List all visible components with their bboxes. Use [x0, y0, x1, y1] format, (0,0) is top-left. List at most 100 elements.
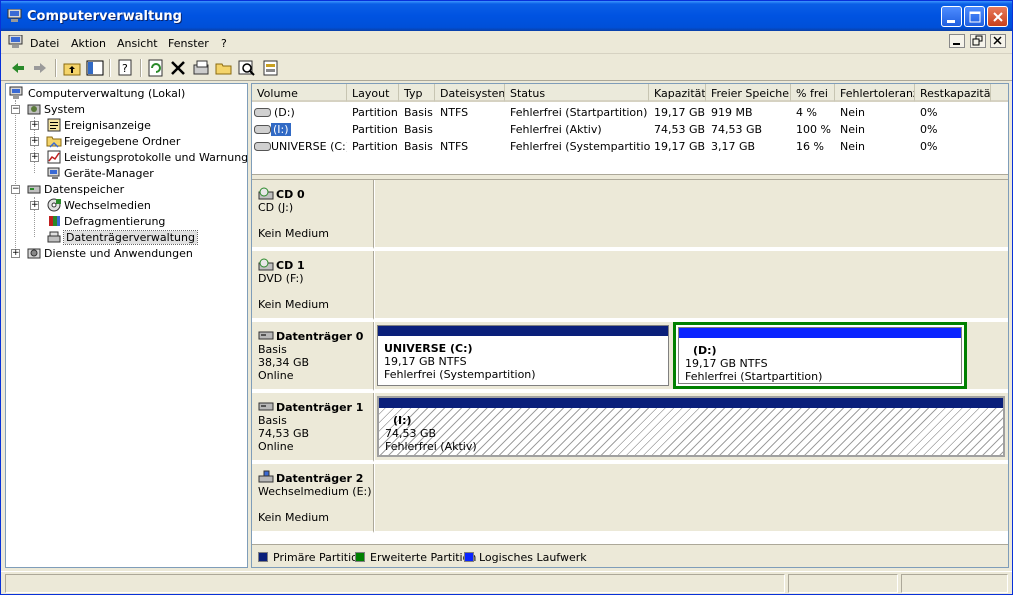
- column-header-volume[interactable]: Volume: [252, 84, 347, 102]
- dvd-drive-icon: [258, 258, 274, 271]
- console-tree[interactable]: Computerverwaltung (Lokal) − System + Er…: [5, 83, 248, 568]
- maximize-button[interactable]: [964, 6, 985, 27]
- column-header-capacity[interactable]: Kapazität: [649, 84, 706, 102]
- title-bar[interactable]: Computerverwaltung: [1, 1, 1012, 31]
- disk-line3: Online: [258, 369, 294, 382]
- minimize-icon: [947, 20, 955, 23]
- menu-help[interactable]: ?: [221, 37, 227, 50]
- column-header-layout[interactable]: Layout: [347, 84, 399, 102]
- cell-fault-tolerance: Nein: [840, 123, 866, 136]
- cell-filesystem: [440, 121, 506, 138]
- properties-icon[interactable]: ?: [116, 59, 134, 77]
- disk-graphical-view[interactable]: CD 0 CD (J:) Kein Medium CD 1 DVD (F:) K…: [252, 180, 1008, 544]
- legend-swatch: [355, 552, 365, 562]
- show-tree-icon[interactable]: [86, 59, 104, 77]
- tree-item-shared-folders[interactable]: Freigegebene Ordner: [46, 133, 246, 149]
- wizard-icon[interactable]: [262, 59, 280, 77]
- menu-fenster[interactable]: Fenster: [168, 37, 209, 50]
- mdi-minimize-button[interactable]: [949, 34, 965, 48]
- disk-row-disk1[interactable]: Datenträger 1 Basis 74,53 GB Online (I:)…: [252, 393, 1008, 464]
- delete-icon[interactable]: [169, 59, 187, 77]
- up-folder-icon[interactable]: [63, 59, 81, 77]
- tree-item-disk-management[interactable]: Datenträgerverwaltung: [46, 229, 246, 245]
- volume-list[interactable]: Volume Layout Typ Dateisystem Status Kap…: [252, 84, 1008, 174]
- disk-row-disk0[interactable]: Datenträger 0 Basis 38,34 GB Online UNIV…: [252, 322, 1008, 393]
- collapse-system-toggle[interactable]: −: [11, 105, 20, 114]
- cell-fault-tolerance: Nein: [840, 140, 866, 153]
- mdi-controls: [948, 34, 1006, 48]
- disk-properties-icon[interactable]: [192, 59, 210, 77]
- partition-d[interactable]: (D:) 19,17 GB NTFS Fehlerfrei (Startpart…: [678, 327, 962, 384]
- tree-item-services[interactable]: Dienste und Anwendungen: [26, 245, 246, 261]
- search-icon[interactable]: [238, 59, 256, 77]
- mdi-close-button[interactable]: [990, 34, 1006, 48]
- partition-text: UNIVERSE (C:) 19,17 GB NTFS Fehlerfrei (…: [384, 342, 536, 381]
- expand-services-toggle[interactable]: +: [11, 249, 20, 258]
- expand-shared-folders-toggle[interactable]: +: [30, 137, 39, 146]
- close-button[interactable]: [987, 6, 1008, 27]
- disk-label[interactable]: Datenträger 2 Wechselmedium (E:) Kein Me…: [252, 464, 374, 533]
- tree-item-device-manager[interactable]: Geräte-Manager: [46, 165, 246, 181]
- back-icon[interactable]: [9, 59, 27, 77]
- svg-text:?: ?: [122, 62, 128, 75]
- column-header-fault-tolerance[interactable]: Fehlertoleranz: [835, 84, 915, 102]
- column-header-percent-free[interactable]: % frei: [791, 84, 835, 102]
- tree-item-event-viewer[interactable]: Ereignisanzeige: [46, 117, 246, 133]
- cell-percent-free: 16 %: [796, 140, 824, 153]
- partition-i[interactable]: (I:) 74,53 GB Fehlerfrei (Aktiv): [377, 396, 1005, 457]
- cell-layout: Partition: [352, 140, 398, 153]
- disk-area-empty: [375, 464, 1008, 533]
- mmc-system-menu-icon[interactable]: [8, 35, 24, 49]
- disk-name: Datenträger 0: [276, 330, 364, 343]
- device-manager-icon: [47, 167, 60, 179]
- column-header-filesystem[interactable]: Dateisystem: [435, 84, 505, 102]
- legend-swatch: [258, 552, 268, 562]
- disk-line3: Kein Medium: [258, 227, 329, 240]
- disk-label[interactable]: Datenträger 0 Basis 38,34 GB Online: [252, 322, 374, 391]
- menu-datei[interactable]: Datei: [30, 37, 59, 50]
- disk-label[interactable]: CD 1 DVD (F:) Kein Medium: [252, 251, 374, 320]
- disk-row-disk2[interactable]: Datenträger 2 Wechselmedium (E:) Kein Me…: [252, 464, 1008, 535]
- disk-label[interactable]: CD 0 CD (J:) Kein Medium: [252, 180, 374, 249]
- column-header-type[interactable]: Typ: [399, 84, 435, 102]
- minimize-button[interactable]: [941, 6, 962, 27]
- tree-item-removable-storage[interactable]: Wechselmedien: [46, 197, 246, 213]
- close-icon: [993, 12, 1003, 22]
- disk-row-cd1[interactable]: CD 1 DVD (F:) Kein Medium: [252, 251, 1008, 322]
- refresh-icon[interactable]: [147, 59, 165, 77]
- column-header-overhead[interactable]: Restkapazität: [915, 84, 991, 102]
- tree-item-system[interactable]: System: [26, 101, 246, 117]
- disk-name: Datenträger 2: [276, 472, 364, 485]
- tree-item-root[interactable]: Computerverwaltung (Lokal): [8, 85, 247, 101]
- disk-area-empty: [375, 180, 1008, 249]
- tree-item-storage[interactable]: Datenspeicher: [26, 181, 246, 197]
- partition-name: UNIVERSE (C:): [384, 342, 473, 355]
- partition-c[interactable]: UNIVERSE (C:) 19,17 GB NTFS Fehlerfrei (…: [377, 325, 669, 386]
- system-tools-icon: [27, 104, 41, 115]
- extended-partition[interactable]: (D:) 19,17 GB NTFS Fehlerfrei (Startpart…: [673, 322, 967, 389]
- expand-performance-logs-toggle[interactable]: +: [30, 153, 39, 162]
- collapse-storage-toggle[interactable]: −: [11, 185, 20, 194]
- disk-label[interactable]: Datenträger 1 Basis 74,53 GB Online: [252, 393, 374, 462]
- legend-logical: Logisches Laufwerk: [464, 551, 587, 564]
- column-header-status[interactable]: Status: [505, 84, 649, 102]
- tree-item-defragmentation[interactable]: Defragmentierung: [46, 213, 246, 229]
- expand-removable-storage-toggle[interactable]: +: [30, 201, 39, 210]
- legend-label: Erweiterte Partition: [370, 551, 477, 564]
- maximize-icon: [969, 11, 981, 23]
- logical-drive-bar: [679, 328, 961, 338]
- removable-disk-icon: [258, 470, 274, 483]
- mdi-restore-button[interactable]: [969, 34, 986, 48]
- open-folder-icon[interactable]: [215, 59, 233, 77]
- partition-name: (D:): [693, 344, 717, 357]
- disk-line2: [258, 214, 373, 227]
- menu-ansicht[interactable]: Ansicht: [117, 37, 158, 50]
- menu-aktion[interactable]: Aktion: [71, 37, 106, 50]
- disk-row-cd0[interactable]: CD 0 CD (J:) Kein Medium: [252, 180, 1008, 251]
- column-header-free-space[interactable]: Freier Speicher: [706, 84, 791, 102]
- expand-event-viewer-toggle[interactable]: +: [30, 121, 39, 130]
- tree-item-performance-logs[interactable]: Leistungsprotokolle und Warnungen: [46, 149, 247, 165]
- forward-icon[interactable]: [31, 59, 49, 77]
- cell-overhead: 0%: [920, 123, 938, 136]
- removable-storage-icon: [47, 198, 61, 212]
